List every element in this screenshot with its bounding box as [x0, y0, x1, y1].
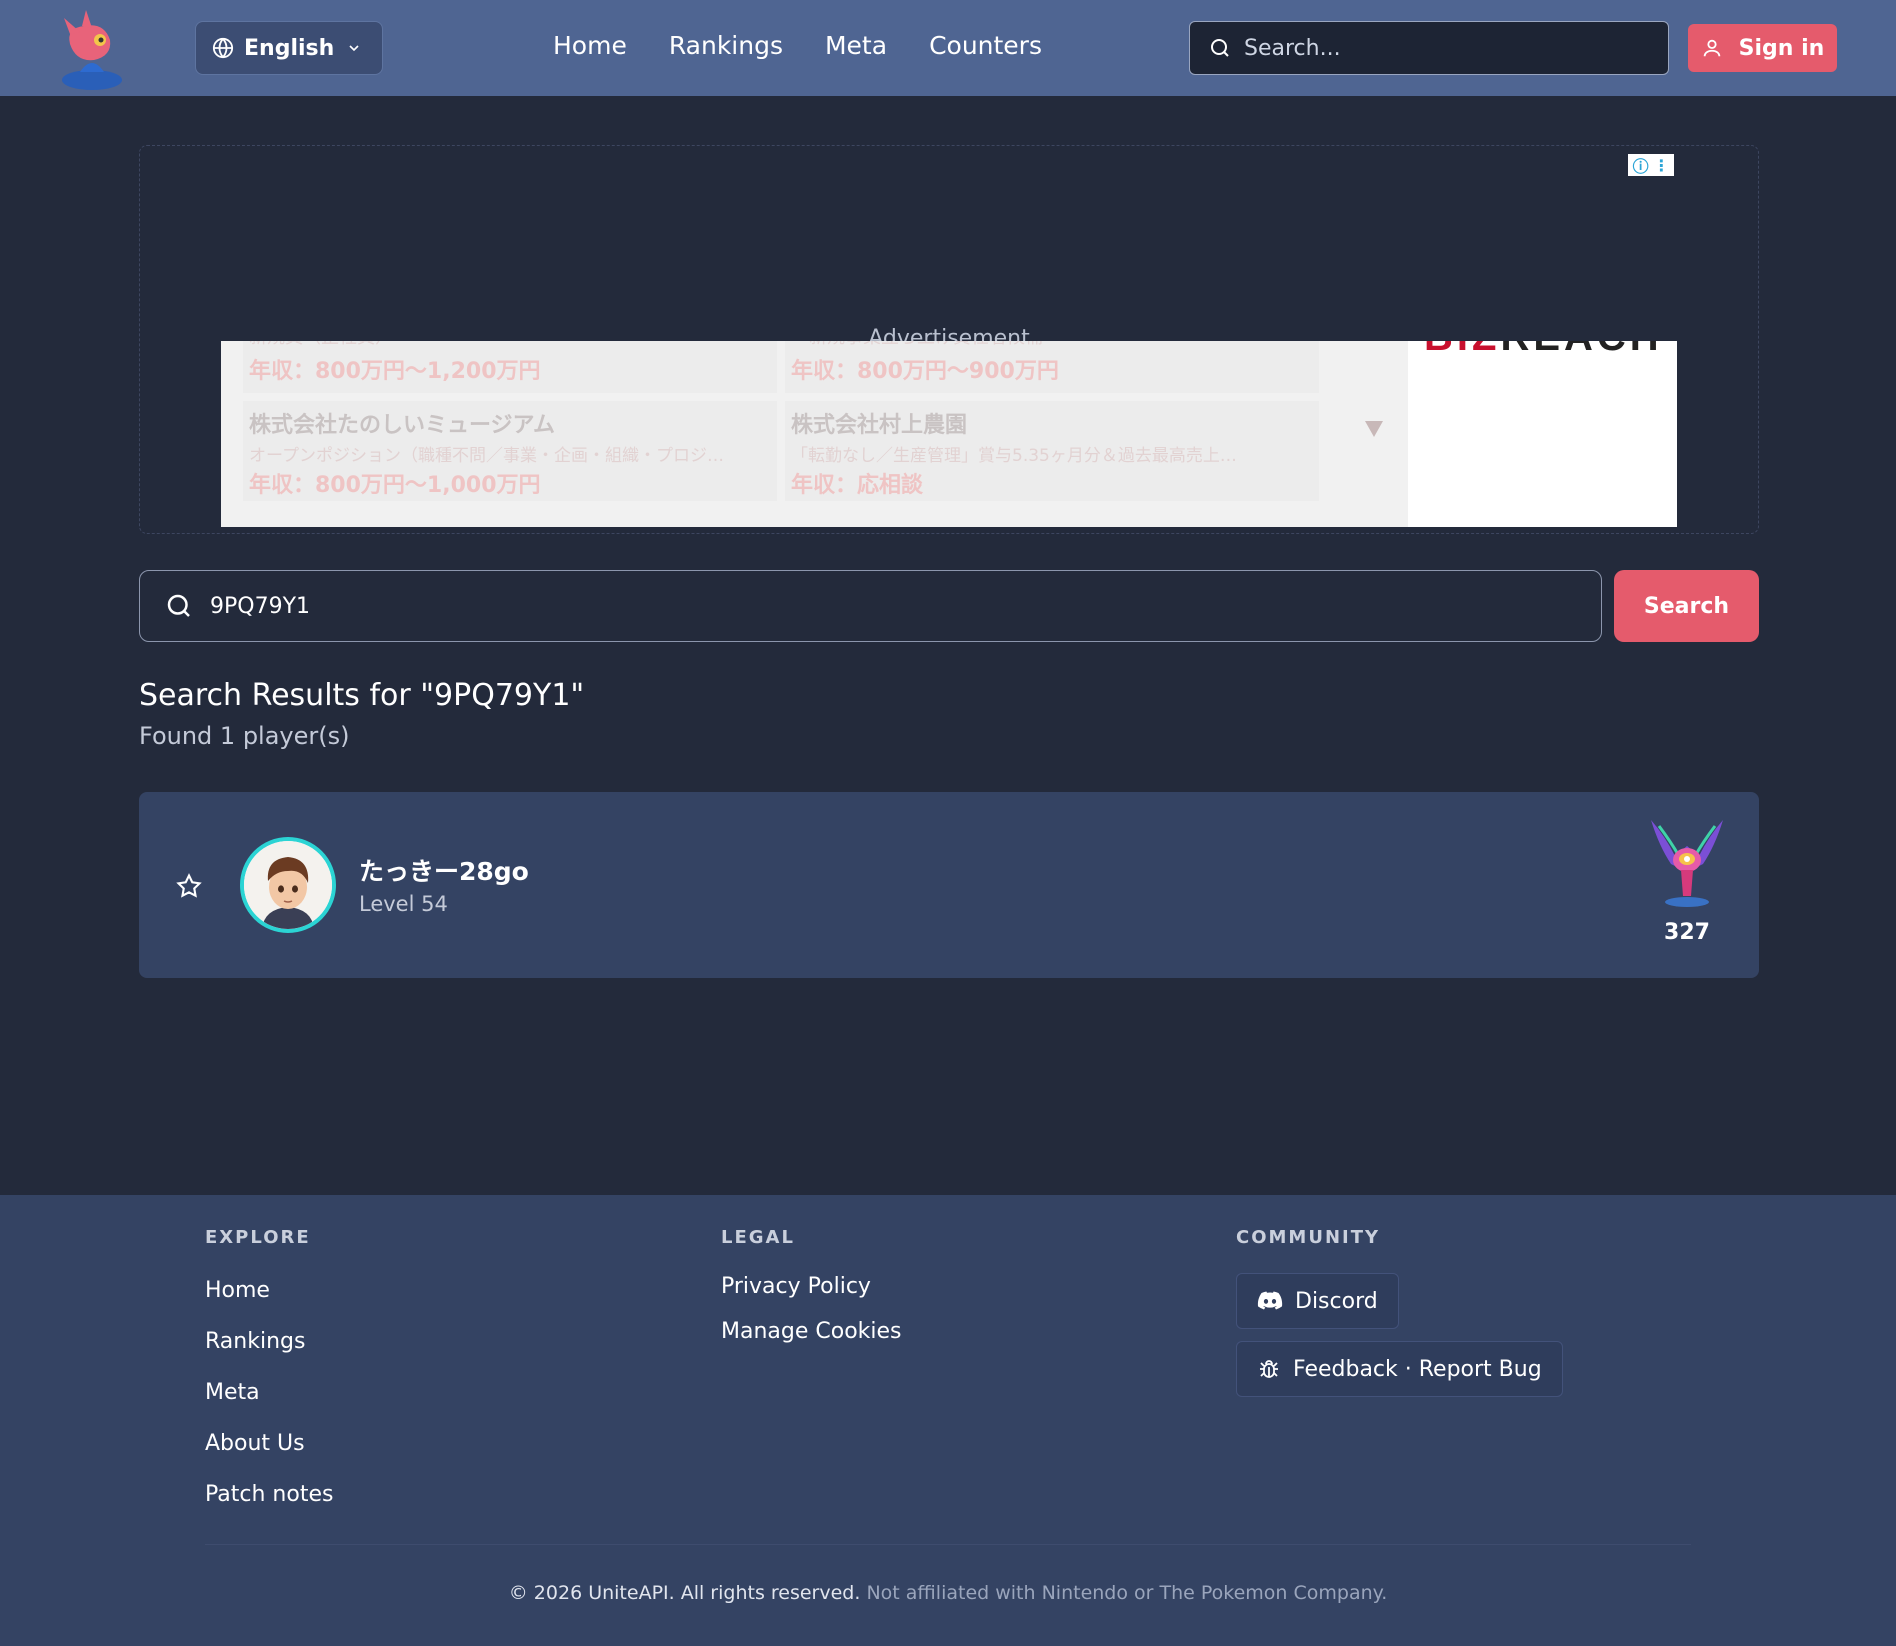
footer: EXPLORE Home Rankings Meta About Us Patc…: [0, 1195, 1896, 1646]
ad-salary: 年収：800万円～900万円: [791, 359, 1059, 384]
nav-rankings[interactable]: Rankings: [669, 28, 783, 64]
footer-link-privacy[interactable]: Privacy Policy: [721, 1274, 871, 1299]
sign-in-button[interactable]: Sign in: [1688, 24, 1837, 72]
globe-icon: [212, 37, 234, 59]
discord-icon: [1257, 1291, 1283, 1310]
player-search-input[interactable]: [210, 593, 1510, 619]
ad-menu-icon[interactable]: ⋮: [1653, 156, 1669, 175]
chevron-down-icon: [349, 45, 359, 52]
main-nav: Home Rankings Meta Counters: [553, 28, 1042, 64]
copyright-text: © 2026 UniteAPI. All rights reserved.: [508, 1582, 861, 1604]
ad-expand-arrow-icon[interactable]: [1365, 421, 1383, 437]
ad-brand-dark: REACH: [1500, 341, 1662, 359]
footer-legal-title: LEGAL: [721, 1227, 795, 1248]
footer-community-title: COMMUNITY: [1236, 1227, 1381, 1248]
player-level: Level 54: [359, 892, 448, 916]
header-search: [1189, 21, 1669, 75]
ad-description: オープンポジション（職種不問／事業・企画・組織・プロジ…: [249, 446, 724, 466]
player-name[interactable]: たっきー28go: [359, 852, 529, 888]
ad-company: 株式会社村上農園: [791, 413, 968, 438]
sign-in-label: Sign in: [1738, 35, 1825, 61]
ad-brand-red: BIZ: [1424, 341, 1500, 359]
ad-info-icon[interactable]: ⓘ: [1633, 153, 1649, 177]
feedback-button[interactable]: Feedback · Report Bug: [1236, 1341, 1563, 1397]
ad-salary: 年収：応相談: [791, 473, 924, 498]
search-button[interactable]: Search: [1614, 570, 1759, 642]
avatar: [240, 837, 336, 933]
results-count: Found 1 player(s): [139, 722, 350, 750]
ad-listing[interactable]: 株式会社村上農園 「転勤なし／生産管理」賞与5.35ヶ月分＆過去最高売上… 年収…: [785, 401, 1319, 501]
header-search-input[interactable]: [1244, 35, 1644, 61]
search-icon: [167, 594, 190, 617]
language-selector[interactable]: English: [195, 21, 383, 75]
ad-listing[interactable]: 新規員（正社員） 年収：800万円～1,200万円: [243, 341, 777, 393]
ad-choices[interactable]: ⓘ ⋮: [1628, 154, 1674, 176]
ad-listing[interactable]: 株式会社たのしいミュージアム オープンポジション（職種不問／事業・企画・組織・プ…: [243, 401, 777, 501]
ad-salary: 年収：800万円～1,000万円: [249, 473, 541, 498]
ad-container: ⓘ ⋮ Advertisement 新規員（正社員） 年収：800万円～1,20…: [139, 145, 1759, 534]
copyright: © 2026 UniteAPI. All rights reserved. No…: [0, 1582, 1896, 1604]
results-title: Search Results for "9PQ79Y1": [139, 678, 585, 713]
ad-banner[interactable]: 新規員（正社員） 年収：800万円～1,200万円 ・新規事業立ち上げ責任者候補…: [221, 341, 1677, 527]
discord-label: Discord: [1295, 1288, 1378, 1314]
footer-link-about[interactable]: About Us: [205, 1431, 305, 1456]
site-logo[interactable]: [56, 6, 142, 92]
player-search-box: [139, 570, 1602, 642]
footer-link-home[interactable]: Home: [205, 1278, 270, 1303]
nav-counters[interactable]: Counters: [929, 28, 1042, 64]
ad-description: 「転勤なし／生産管理」賞与5.35ヶ月分＆過去最高売上…: [791, 446, 1237, 466]
footer-link-rankings[interactable]: Rankings: [205, 1329, 305, 1354]
feedback-label: Feedback · Report Bug: [1293, 1356, 1542, 1382]
ad-company: 新規員（正社員）: [249, 341, 393, 349]
ad-brand-logo[interactable]: BIZREACH: [1408, 341, 1677, 527]
ad-salary: 年収：800万円～1,200万円: [249, 359, 541, 384]
footer-link-meta[interactable]: Meta: [205, 1380, 260, 1405]
footer-explore-title: EXPLORE: [205, 1227, 311, 1248]
nav-meta[interactable]: Meta: [825, 28, 887, 64]
star-icon[interactable]: [175, 872, 203, 900]
language-label: English: [244, 35, 335, 61]
player-card[interactable]: たっきー28go Level 54 327: [139, 792, 1759, 978]
top-navbar: English Home Rankings Meta Counters Sign…: [0, 0, 1896, 96]
nav-home[interactable]: Home: [553, 28, 627, 64]
ad-company: 株式会社たのしいミュージアム: [249, 413, 556, 438]
ad-company: ・新規事業立ち上げ責任者候補: [791, 341, 1043, 349]
footer-link-cookies[interactable]: Manage Cookies: [721, 1319, 902, 1344]
search-icon: [1211, 39, 1229, 57]
user-icon: [1703, 39, 1720, 57]
discord-button[interactable]: Discord: [1236, 1273, 1399, 1329]
rank-emblem-icon: [1645, 816, 1729, 912]
ad-listing[interactable]: ・新規事業立ち上げ責任者候補 年収：800万円～900万円: [785, 341, 1319, 393]
bug-icon: [1260, 1360, 1278, 1378]
rank-points: 327: [1664, 920, 1710, 945]
footer-link-patch-notes[interactable]: Patch notes: [205, 1482, 333, 1507]
footer-divider: [205, 1544, 1691, 1545]
disclaimer-text: Not affiliated with Nintendo or The Poke…: [866, 1582, 1388, 1604]
